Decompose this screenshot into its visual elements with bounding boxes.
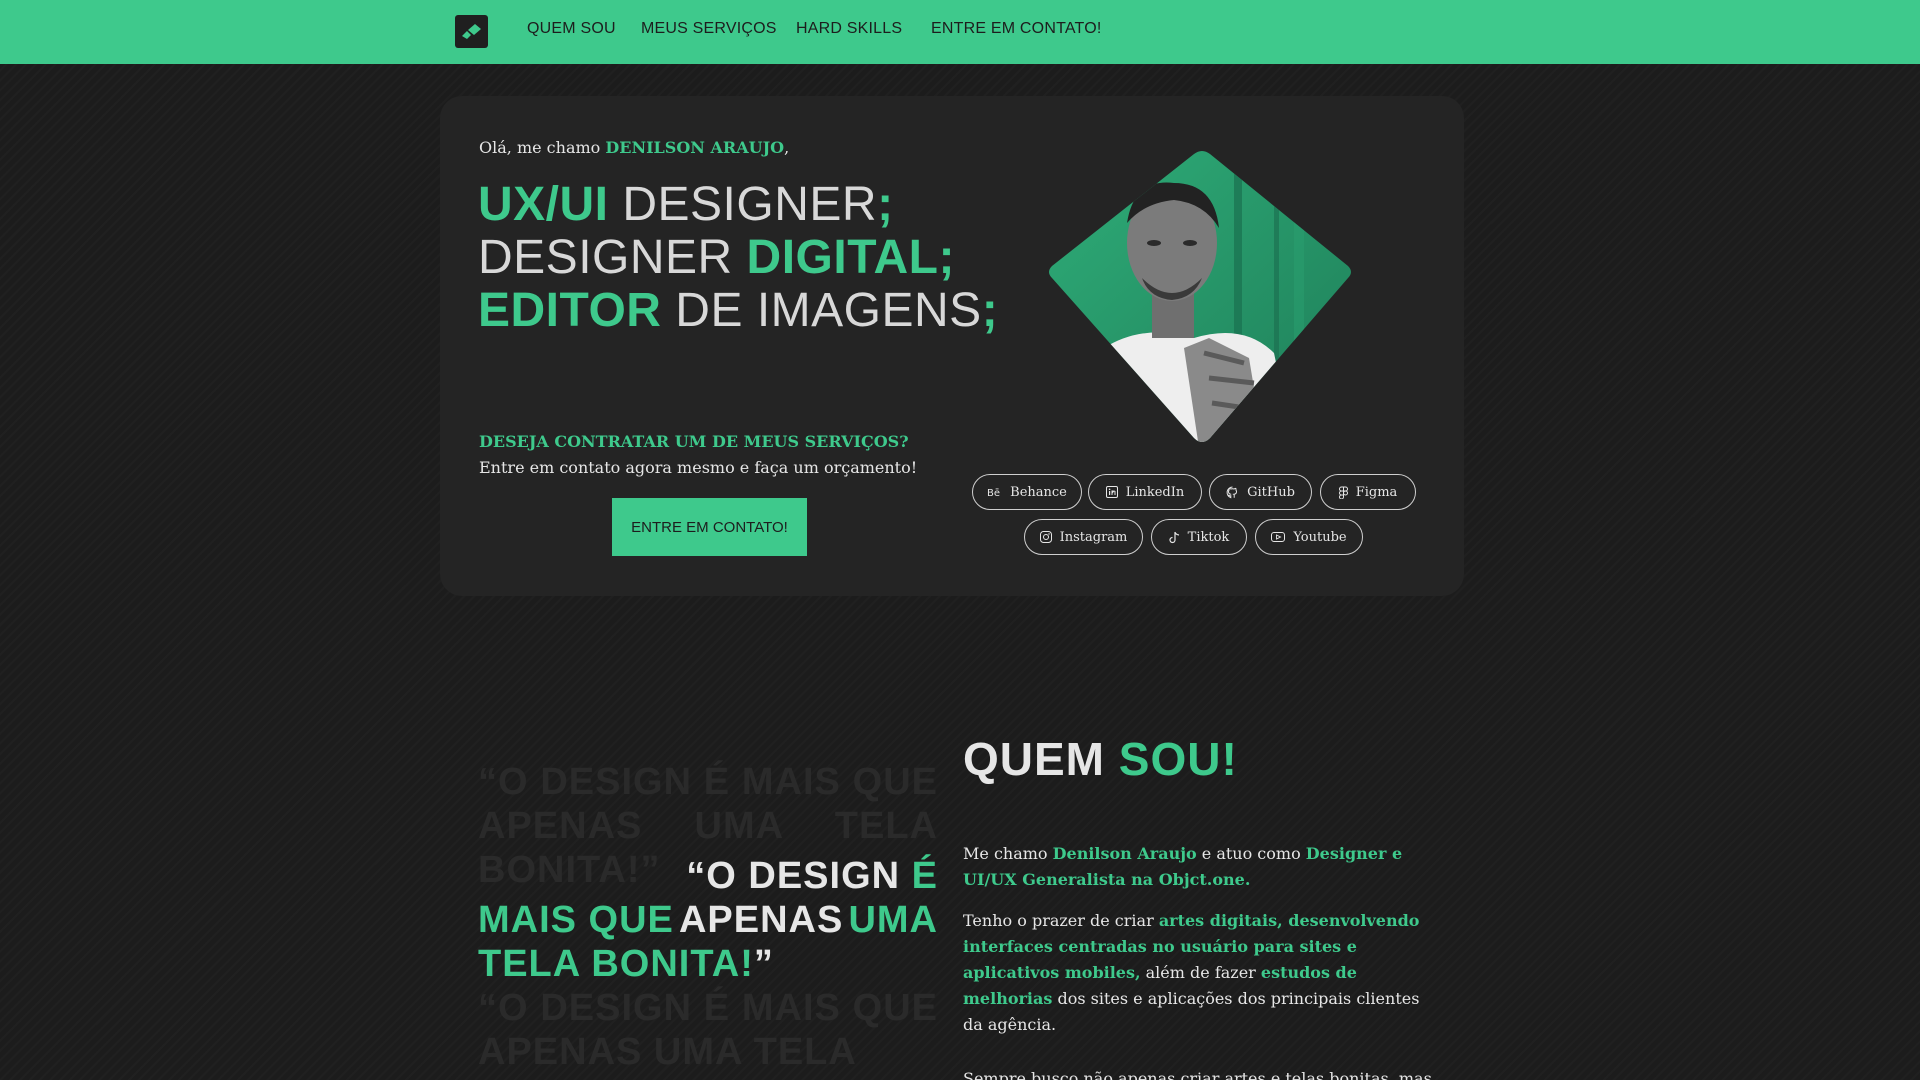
about-p1-c: e atuo como	[1196, 844, 1306, 863]
hero-card: Olá, me chamo DENILSON ARAUJO, UX/UI DES…	[440, 96, 1464, 596]
social-linkedin-label: LinkedIn	[1125, 484, 1185, 500]
social-behance-label: Behance	[1010, 484, 1067, 500]
social-youtube-label: Youtube	[1293, 529, 1347, 545]
social-figma-label: Figma	[1355, 484, 1398, 500]
youtube-icon	[1271, 532, 1286, 542]
linkedin-icon	[1105, 486, 1118, 498]
quote-line-1-white: “O DESIGN	[686, 855, 912, 897]
quote-line-1-green: É	[911, 855, 938, 897]
quote-line-3-green: TELA BONITA!	[478, 943, 754, 985]
role-1-light: DESIGNER	[608, 178, 878, 231]
nav-link-entre-em-contato[interactable]: ENTRE EM CONTATO!	[931, 20, 1102, 38]
quote-line-3-white: ”	[753, 943, 774, 985]
greeting-name: DENILSON ARAUJO	[605, 138, 785, 157]
quote-line-2-white: APENAS	[678, 899, 844, 941]
tiktok-icon	[1169, 531, 1179, 543]
figma-icon	[1338, 486, 1348, 499]
hero-greeting: Olá, me chamo DENILSON ARAUJO,	[479, 138, 789, 157]
about-paragraph-1: Me chamo Denilson Araujo e atuo como Des…	[963, 841, 1433, 893]
role-1-semicolon: ;	[877, 178, 894, 231]
cta-subtitle: Entre em contato agora mesmo e faça um o…	[479, 458, 918, 477]
social-behance[interactable]: Bē Behance	[972, 474, 1082, 510]
instagram-icon	[1039, 531, 1052, 543]
github-icon	[1226, 486, 1238, 498]
role-line-2: DESIGNER DIGITAL;	[478, 231, 998, 284]
social-github-label: GitHub	[1247, 484, 1295, 500]
nav-link-meus-servicos[interactable]: MEUS SERVIÇOS	[641, 20, 777, 38]
about-title-green: SOU!	[1118, 733, 1238, 785]
role-3-light: DE IMAGENS	[661, 284, 982, 337]
role-3-semicolon: ;	[981, 284, 999, 337]
greeting-prefix: Olá, me chamo	[479, 138, 606, 157]
role-2-semicolon: ;	[938, 231, 955, 284]
about-paragraph-2: Tenho o prazer de criar artes digitais, …	[963, 908, 1433, 1038]
nav-link-hard-skills[interactable]: HARD SKILLS	[796, 20, 902, 38]
contact-button[interactable]: ENTRE EM CONTATO!	[612, 498, 807, 556]
quote-bg-tail: “O DESIGN É MAIS QUE APENAS UMA TELA	[478, 987, 938, 1073]
about-paragraph-3: Sempre busco não apenas criar artes e te…	[963, 1069, 1432, 1080]
role-3-bold: EDITOR	[478, 284, 662, 337]
nav-link-quem-sou[interactable]: QUEM SOU	[527, 20, 616, 38]
quote-text: “O DESIGN É MAIS QUE APENAS UMA TELA BON…	[478, 854, 938, 1074]
social-figma[interactable]: Figma	[1320, 474, 1416, 510]
social-instagram-label: Instagram	[1059, 529, 1128, 545]
top-navbar: QUEM SOU MEUS SERVIÇOS HARD SKILLS ENTRE…	[0, 0, 1920, 64]
greeting-suffix: ,	[784, 138, 790, 157]
social-youtube[interactable]: Youtube	[1255, 519, 1363, 555]
about-p2-a: Tenho o prazer de criar	[963, 911, 1159, 930]
social-linkedin[interactable]: LinkedIn	[1088, 474, 1202, 510]
social-instagram[interactable]: Instagram	[1024, 519, 1143, 555]
profile-photo	[1034, 148, 1354, 448]
quote-line-2-green: MAIS QUE	[478, 899, 674, 941]
behance-icon: Bē	[987, 488, 1000, 497]
about-p2-c: além de fazer	[1140, 963, 1261, 982]
social-tiktok[interactable]: Tiktok	[1151, 519, 1247, 555]
about-p1-name: Denilson Araujo	[1052, 844, 1197, 863]
role-1-bold: UX/UI	[478, 178, 609, 231]
svg-text:Bē: Bē	[987, 488, 1000, 497]
about-title-white: QUEM	[963, 733, 1119, 785]
logo-icon[interactable]	[455, 15, 488, 48]
about-p1-a: Me chamo	[963, 844, 1053, 863]
social-tiktok-label: Tiktok	[1187, 529, 1230, 545]
role-2-bold: DIGITAL	[746, 231, 939, 284]
quote-line-2-green-end: UMA	[848, 899, 938, 941]
role-line-3: EDITOR DE IMAGENS;	[478, 284, 998, 337]
cta-question: DESEJA CONTRATAR UM DE MEUS SERVIÇOS?	[479, 432, 909, 451]
social-github[interactable]: GitHub	[1209, 474, 1312, 510]
roles-heading: UX/UI DESIGNER; DESIGNER DIGITAL; EDITOR…	[478, 178, 998, 337]
role-line-1: UX/UI DESIGNER;	[478, 178, 998, 231]
about-title: QUEM SOU!	[963, 732, 1238, 786]
role-2-light: DESIGNER	[478, 231, 747, 284]
